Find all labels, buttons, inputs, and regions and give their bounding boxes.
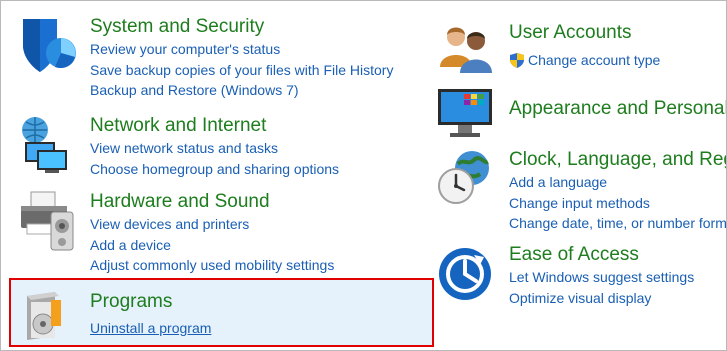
users-icon <box>434 21 496 83</box>
date-time-format-link[interactable]: Change date, time, or number form <box>509 213 726 234</box>
network-internet-body: Network and Internet View network status… <box>90 114 339 179</box>
uac-shield-icon <box>510 52 524 68</box>
network-icon <box>15 114 77 176</box>
system-security-body: System and Security Review your computer… <box>90 15 393 101</box>
backup-restore-link[interactable]: Backup and Restore (Windows 7) <box>90 80 393 101</box>
change-account-type-link[interactable]: Change account type <box>509 50 660 71</box>
appearance-title[interactable]: Appearance and Personaliz <box>509 97 726 121</box>
programs-icon <box>15 290 77 350</box>
network-internet-title[interactable]: Network and Internet <box>90 114 339 138</box>
clock-language-body: Clock, Language, and Regi Add a language… <box>509 148 726 234</box>
hardware-sound-title[interactable]: Hardware and Sound <box>90 190 334 214</box>
programs-title[interactable]: Programs <box>90 290 211 314</box>
suggest-settings-link[interactable]: Let Windows suggest settings <box>509 267 694 288</box>
uninstall-program-link[interactable]: Uninstall a program <box>90 318 211 339</box>
review-status-link[interactable]: Review your computer's status <box>90 39 393 60</box>
add-device-link[interactable]: Add a device <box>90 235 334 256</box>
homegroup-link[interactable]: Choose homegroup and sharing options <box>90 159 339 180</box>
add-language-link[interactable]: Add a language <box>509 172 726 193</box>
appearance-body: Appearance and Personaliz <box>509 97 726 121</box>
user-accounts-title[interactable]: User Accounts <box>509 21 660 45</box>
system-security-title[interactable]: System and Security <box>90 15 393 39</box>
control-panel-window: System and Security Review your computer… <box>0 0 727 351</box>
clock-language-title[interactable]: Clock, Language, and Regi <box>509 148 726 172</box>
clock-globe-icon <box>434 148 496 210</box>
hardware-sound-body: Hardware and Sound View devices and prin… <box>90 190 334 276</box>
ease-of-access-title[interactable]: Ease of Access <box>509 243 694 267</box>
file-history-link[interactable]: Save backup copies of your files with Fi… <box>90 60 393 81</box>
user-accounts-body: User Accounts Change account type <box>509 21 660 71</box>
change-account-type-label: Change account type <box>528 52 661 68</box>
devices-printers-link[interactable]: View devices and printers <box>90 214 334 235</box>
network-status-link[interactable]: View network status and tasks <box>90 138 339 159</box>
input-methods-link[interactable]: Change input methods <box>509 193 726 214</box>
mobility-settings-link[interactable]: Adjust commonly used mobility settings <box>90 255 334 276</box>
ease-of-access-body: Ease of Access Let Windows suggest setti… <box>509 243 694 308</box>
printer-icon <box>15 190 77 252</box>
monitor-icon <box>434 83 496 145</box>
shield-icon <box>15 15 77 77</box>
programs-body: Programs Uninstall a program <box>90 290 211 339</box>
optimize-display-link[interactable]: Optimize visual display <box>509 288 694 309</box>
ease-of-access-icon <box>434 243 496 305</box>
